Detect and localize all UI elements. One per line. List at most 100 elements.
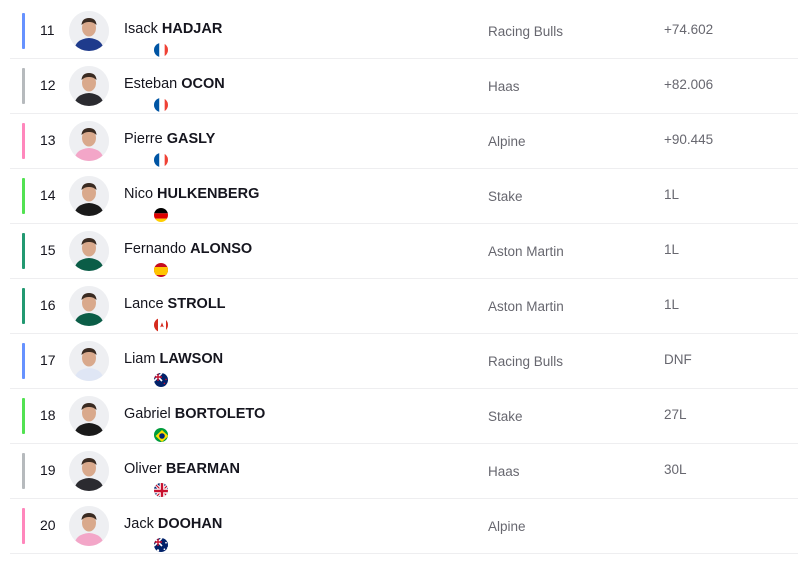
driver-avatar (69, 121, 169, 168)
position-number: 18 (40, 407, 56, 423)
position-number: 20 (40, 517, 56, 533)
nz-flag-icon (153, 372, 169, 388)
team-name: Aston Martin (488, 299, 564, 314)
team-color-bar (22, 453, 25, 489)
fr-flag-icon (153, 152, 169, 168)
team-name: Haas (488, 464, 520, 479)
team-color-bar (22, 343, 25, 379)
driver-last-name: STROLL (167, 296, 226, 312)
team-color-bar (22, 233, 25, 269)
driver-avatar (69, 286, 169, 333)
team-name: Stake (488, 189, 523, 204)
result-row[interactable]: 19 Oliver BEARMAN Haas 30L (10, 444, 798, 499)
driver-first-name: Nico (124, 186, 154, 202)
driver-avatar (69, 341, 169, 388)
driver-name[interactable]: Nico HULKENBERG (124, 186, 259, 202)
driver-first-name: Esteban (124, 76, 178, 92)
gb-flag-icon (153, 482, 169, 498)
position-number: 11 (40, 22, 55, 38)
team-color-bar (22, 178, 25, 214)
result-row[interactable]: 17 Liam LAWSON Racing Bulls DNF (10, 334, 798, 389)
driver-last-name: ALONSO (190, 241, 253, 257)
team-name: Haas (488, 79, 520, 94)
driver-last-name: HADJAR (161, 21, 223, 37)
driver-last-name: HULKENBERG (157, 186, 260, 202)
driver-name[interactable]: Lance STROLL (124, 296, 226, 312)
driver-last-name: OCON (181, 76, 225, 92)
team-color-bar (22, 288, 25, 324)
driver-last-name: DOOHAN (157, 516, 223, 532)
br-flag-icon (153, 427, 169, 443)
driver-first-name: Gabriel (124, 406, 171, 422)
driver-name[interactable]: Oliver BEARMAN (124, 461, 240, 477)
result-row[interactable]: 15 Fernando ALONSO Aston Martin 1L (10, 224, 798, 279)
driver-name[interactable]: Liam LAWSON (124, 351, 223, 367)
position-number: 16 (40, 297, 56, 313)
position-number: 19 (40, 462, 56, 478)
driver-avatar (69, 396, 169, 443)
team-color-bar (22, 68, 25, 104)
team-name: Alpine (488, 519, 526, 534)
result-row[interactable]: 20 Jack DOOHAN Alpine (10, 499, 798, 554)
position-number: 14 (40, 187, 56, 203)
result-row[interactable]: 11 Isack HADJAR Racing Bulls +74.602 (10, 4, 798, 59)
time-gap: 1L (664, 187, 680, 202)
au-flag-icon (153, 537, 169, 553)
driver-avatar (69, 11, 169, 58)
team-name: Racing Bulls (488, 24, 564, 39)
position-number: 15 (40, 242, 56, 258)
driver-portrait-icon (69, 231, 109, 271)
team-name: Racing Bulls (488, 354, 564, 369)
position-number: 12 (40, 77, 56, 93)
driver-first-name: Lance (124, 296, 164, 312)
driver-avatar (69, 451, 169, 498)
driver-portrait-icon (69, 286, 109, 326)
fr-flag-icon (153, 97, 169, 113)
result-row[interactable]: 13 Pierre GASLY Alpine +90.445 (10, 114, 798, 169)
driver-first-name: Jack (124, 516, 154, 532)
driver-portrait-icon (69, 176, 109, 216)
driver-name[interactable]: Gabriel BORTOLETO (124, 406, 265, 422)
driver-portrait-icon (69, 341, 109, 381)
ca-flag-icon (153, 317, 169, 333)
driver-first-name: Oliver (124, 461, 162, 477)
driver-avatar (69, 176, 169, 223)
driver-name[interactable]: Esteban OCON (124, 76, 225, 92)
driver-last-name: GASLY (166, 131, 216, 147)
driver-portrait-icon (69, 451, 109, 491)
result-row[interactable]: 18 Gabriel BORTOLETO Stake 27L (10, 389, 798, 444)
driver-avatar (69, 506, 169, 553)
team-name: Aston Martin (488, 244, 564, 259)
team-color-bar (22, 398, 25, 434)
time-gap: 1L (664, 297, 680, 312)
driver-last-name: BEARMAN (165, 461, 241, 477)
driver-name[interactable]: Jack DOOHAN (124, 516, 222, 532)
results-table: 11 Isack HADJAR Racing Bulls +74.602 12 (0, 0, 800, 565)
time-gap: +90.445 (664, 132, 714, 147)
driver-last-name: BORTOLETO (174, 406, 266, 422)
time-gap: 27L (664, 407, 687, 422)
time-gap: +82.006 (664, 77, 714, 92)
time-gap: 1L (664, 242, 680, 257)
driver-last-name: LAWSON (159, 351, 224, 367)
driver-first-name: Fernando (124, 241, 187, 257)
driver-name[interactable]: Pierre GASLY (124, 131, 215, 147)
team-name: Alpine (488, 134, 526, 149)
de-flag-icon (153, 207, 169, 223)
driver-first-name: Isack (124, 21, 158, 37)
result-row[interactable]: 14 Nico HULKENBERG Stake 1L (10, 169, 798, 224)
driver-first-name: Liam (124, 351, 156, 367)
driver-name[interactable]: Fernando ALONSO (124, 241, 252, 257)
team-color-bar (22, 13, 25, 49)
driver-avatar (69, 231, 169, 278)
time-gap: 30L (664, 462, 687, 477)
time-gap: +74.602 (664, 22, 714, 37)
driver-portrait-icon (69, 11, 109, 51)
es-flag-icon (153, 262, 169, 278)
fr-flag-icon (153, 42, 169, 58)
driver-name[interactable]: Isack HADJAR (124, 21, 222, 37)
driver-portrait-icon (69, 506, 109, 546)
result-row[interactable]: 12 Esteban OCON Haas +82.006 (10, 59, 798, 114)
time-gap: DNF (664, 352, 692, 367)
result-row[interactable]: 16 Lance STROLL Aston Martin 1L (10, 279, 798, 334)
